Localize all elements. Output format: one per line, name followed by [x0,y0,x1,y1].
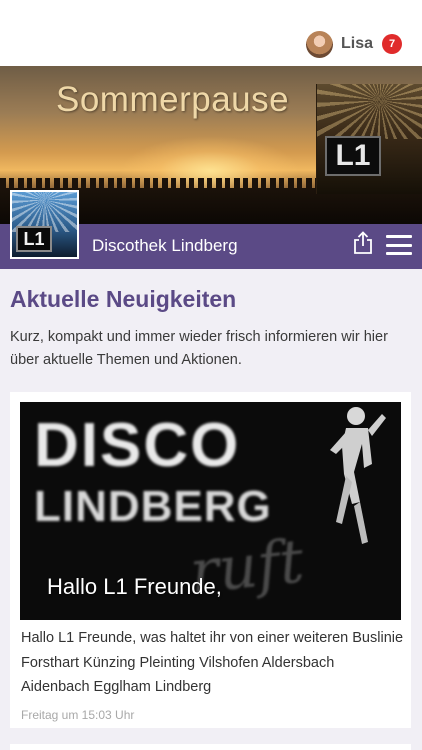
menu-line [386,243,412,247]
menu-line [386,252,412,255]
share-icon[interactable] [352,231,374,255]
news-image-caption: Hallo L1 Freunde, [47,574,222,599]
hamburger-menu-icon[interactable] [386,235,412,255]
news-text: Hallo L1 Freunde, was haltet ihr von ein… [21,630,404,695]
user-name[interactable]: Lisa [341,35,373,53]
logo-text: L1 [16,226,52,252]
news-timestamp: Freitag um 15:03 Uhr [21,708,135,722]
hero-title: Sommerpause [56,80,290,119]
profile-logo[interactable]: L1 [10,190,79,259]
avatar[interactable] [305,30,333,58]
image-text-lindberg: LINDBERG [34,482,272,531]
news-card-next[interactable] [10,744,411,750]
top-bar: Lisa 7 [0,0,422,66]
news-image[interactable]: DISCO LINDBERG ruft Hallo L1 Freunde, [20,402,401,620]
hero-logo: L1 [325,136,381,176]
section-title: Aktuelle Neuigkeiten [10,286,237,312]
menu-line [386,235,412,238]
page-title[interactable]: Discothek Lindberg [92,236,238,256]
hero-club-photo: L1 [316,84,422,194]
news-card[interactable]: DISCO LINDBERG ruft Hallo L1 Freunde, Ha… [10,392,411,728]
user-menu[interactable]: Lisa 7 [305,30,402,58]
dancer-silhouette-icon [330,407,386,544]
light-rays [317,84,422,139]
section-intro: Kurz, kompakt und immer wieder frisch in… [10,329,388,368]
image-text-disco: DISCO [34,411,241,480]
notification-badge[interactable]: 7 [382,34,402,54]
